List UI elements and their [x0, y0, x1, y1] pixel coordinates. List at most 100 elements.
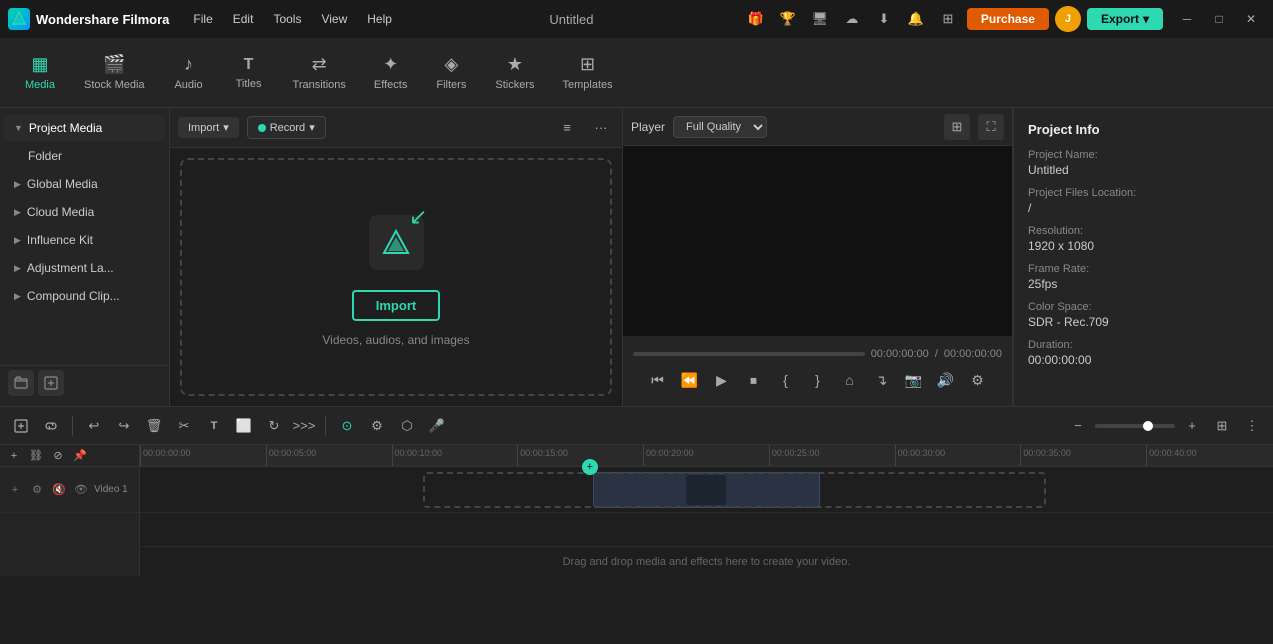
more-tools-button[interactable]: >>> [291, 413, 317, 439]
nav-stickers[interactable]: ★ Stickers [481, 48, 548, 97]
chain-button[interactable]: ⛓ [26, 446, 46, 466]
undo-button[interactable]: ↩ [81, 413, 107, 439]
clip-button[interactable]: ⌂ [836, 366, 864, 394]
import-main-button[interactable]: Import [352, 290, 440, 321]
minimize-button[interactable]: ─ [1173, 6, 1201, 32]
split-audio-button[interactable]: ⬡ [394, 413, 420, 439]
progress-track[interactable] [633, 352, 865, 356]
magnet-button[interactable]: ⊙ [334, 413, 360, 439]
collapse-panel-button[interactable]: ‹ [169, 237, 170, 277]
purchase-button[interactable]: Purchase [967, 8, 1049, 30]
track-settings-icon[interactable]: ⚙ [28, 481, 46, 499]
settings-button[interactable]: ⚙ [964, 366, 992, 394]
nav-titles[interactable]: T Titles [219, 50, 279, 96]
add-folder-button[interactable] [8, 370, 34, 396]
track-area: 00:00:00:00 00:00:05:00 00:00:10:00 00:0… [140, 445, 1273, 576]
mark-out-button[interactable]: } [804, 366, 832, 394]
zoom-thumb[interactable] [1143, 421, 1153, 431]
menu-tools[interactable]: Tools [265, 8, 309, 30]
section-cloud-media[interactable]: ▶ Cloud Media [4, 199, 165, 225]
add-to-timeline-button[interactable]: ↴ [868, 366, 896, 394]
stop-button[interactable]: ⏹ [740, 366, 768, 394]
record-button[interactable]: Record ▾ [247, 116, 326, 139]
menu-edit[interactable]: Edit [225, 8, 262, 30]
link-button[interactable] [38, 413, 64, 439]
menu-file[interactable]: File [185, 8, 220, 30]
nav-audio[interactable]: ♪ Audio [159, 48, 219, 97]
zoom-track[interactable] [1095, 424, 1175, 428]
track-add-icon[interactable]: + [6, 481, 24, 499]
video-track-1[interactable]: + [140, 467, 1273, 513]
mic-button[interactable]: 🎤 [424, 413, 450, 439]
nav-stickers-label: Stickers [495, 79, 534, 91]
monitor-icon[interactable]: 🖥 [807, 6, 833, 32]
import-button[interactable]: Import ▾ [178, 117, 239, 138]
import-chevron-icon: ▾ [223, 121, 229, 134]
more-button[interactable]: ⋮ [1239, 413, 1265, 439]
export-button[interactable]: Export ▾ [1087, 8, 1163, 30]
zoom-plus-button[interactable]: + [1179, 413, 1205, 439]
project-name-label: Project Name: [1028, 149, 1259, 161]
pin-button[interactable]: 📌 [70, 446, 90, 466]
add-track-button[interactable] [8, 413, 34, 439]
nav-templates[interactable]: ⊞ Templates [548, 48, 626, 97]
record-dot-icon [258, 124, 266, 132]
section-project-media[interactable]: ▼ Project Media [4, 115, 165, 141]
grid-icon[interactable]: ⊞ [935, 6, 961, 32]
section-folder[interactable]: Folder [4, 143, 165, 169]
more-options-icon[interactable]: ··· [588, 115, 614, 141]
section-compound[interactable]: ▶ Compound Clip... [4, 283, 165, 309]
close-button[interactable]: ✕ [1237, 6, 1265, 32]
crop-button[interactable]: ⬜ [231, 413, 257, 439]
cloud-upload-icon[interactable]: ☁ [839, 6, 865, 32]
nav-transitions[interactable]: ⇄ Transitions [279, 48, 360, 97]
frame-back-button[interactable]: ⏪ [676, 366, 704, 394]
nav-filters-label: Filters [436, 79, 466, 91]
user-avatar[interactable]: J [1055, 6, 1081, 32]
add-video-track-button[interactable]: + [4, 446, 24, 466]
project-name-value: Untitled [1028, 163, 1259, 177]
nav-media[interactable]: ▦ Media [10, 48, 70, 97]
mark-in-button[interactable]: { [772, 366, 800, 394]
split-track-button[interactable]: ⊘ [48, 446, 68, 466]
bell-icon[interactable]: 🔔 [903, 6, 929, 32]
section-adjustment[interactable]: ▶ Adjustment La... [4, 255, 165, 281]
grid-toggle-button[interactable]: ⊞ [1209, 413, 1235, 439]
menu-help[interactable]: Help [359, 8, 400, 30]
color-space-label: Color Space: [1028, 301, 1259, 313]
nav-filters[interactable]: ◈ Filters [421, 48, 481, 97]
delete-button[interactable]: 🗑 [141, 413, 167, 439]
add-clip-button[interactable] [38, 370, 64, 396]
section-influence-kit[interactable]: ▶ Influence Kit [4, 227, 165, 253]
nav-bar: ▦ Media 🎬 Stock Media ♪ Audio T Titles ⇄… [0, 38, 1273, 108]
maximize-button[interactable]: □ [1205, 6, 1233, 32]
cut-button[interactable]: ✂ [171, 413, 197, 439]
quality-select[interactable]: Full Quality [673, 116, 767, 138]
track-eye-icon[interactable]: 👁 [72, 481, 90, 499]
volume-button[interactable]: 🔊 [932, 366, 960, 394]
fullscreen-button[interactable]: ⛶ [978, 114, 1004, 140]
redo-button[interactable]: ↪ [111, 413, 137, 439]
track-mute-icon[interactable]: 🔇 [50, 481, 68, 499]
nav-effects[interactable]: ✦ Effects [360, 48, 421, 97]
menu-view[interactable]: View [313, 8, 355, 30]
download-icon[interactable]: ⬇ [871, 6, 897, 32]
play-button[interactable]: ▶ [708, 366, 736, 394]
zoom-minus-button[interactable]: − [1065, 413, 1091, 439]
split-view-button[interactable]: ⊞ [944, 114, 970, 140]
text-button[interactable]: T [201, 413, 227, 439]
add-clip-button[interactable]: + [582, 459, 598, 475]
screenshot-button[interactable]: 📷 [900, 366, 928, 394]
trophy-icon[interactable]: 🏆 [775, 6, 801, 32]
track-header-video1: + ⚙ 🔇 👁 Video 1 [0, 467, 139, 513]
duration-label: Duration: [1028, 339, 1259, 351]
skip-back-button[interactable]: ⏮ [644, 366, 672, 394]
timeline-ruler[interactable]: 00:00:00:00 00:00:05:00 00:00:10:00 00:0… [140, 445, 1273, 467]
nav-stock-media[interactable]: 🎬 Stock Media [70, 48, 159, 97]
ripple-button[interactable]: ⚙ [364, 413, 390, 439]
window-controls: ─ □ ✕ [1173, 6, 1265, 32]
section-global-media[interactable]: ▶ Global Media [4, 171, 165, 197]
rotate-button[interactable]: ↻ [261, 413, 287, 439]
gift-icon[interactable]: 🎁 [743, 6, 769, 32]
filter-icon[interactable]: ≡ [554, 115, 580, 141]
